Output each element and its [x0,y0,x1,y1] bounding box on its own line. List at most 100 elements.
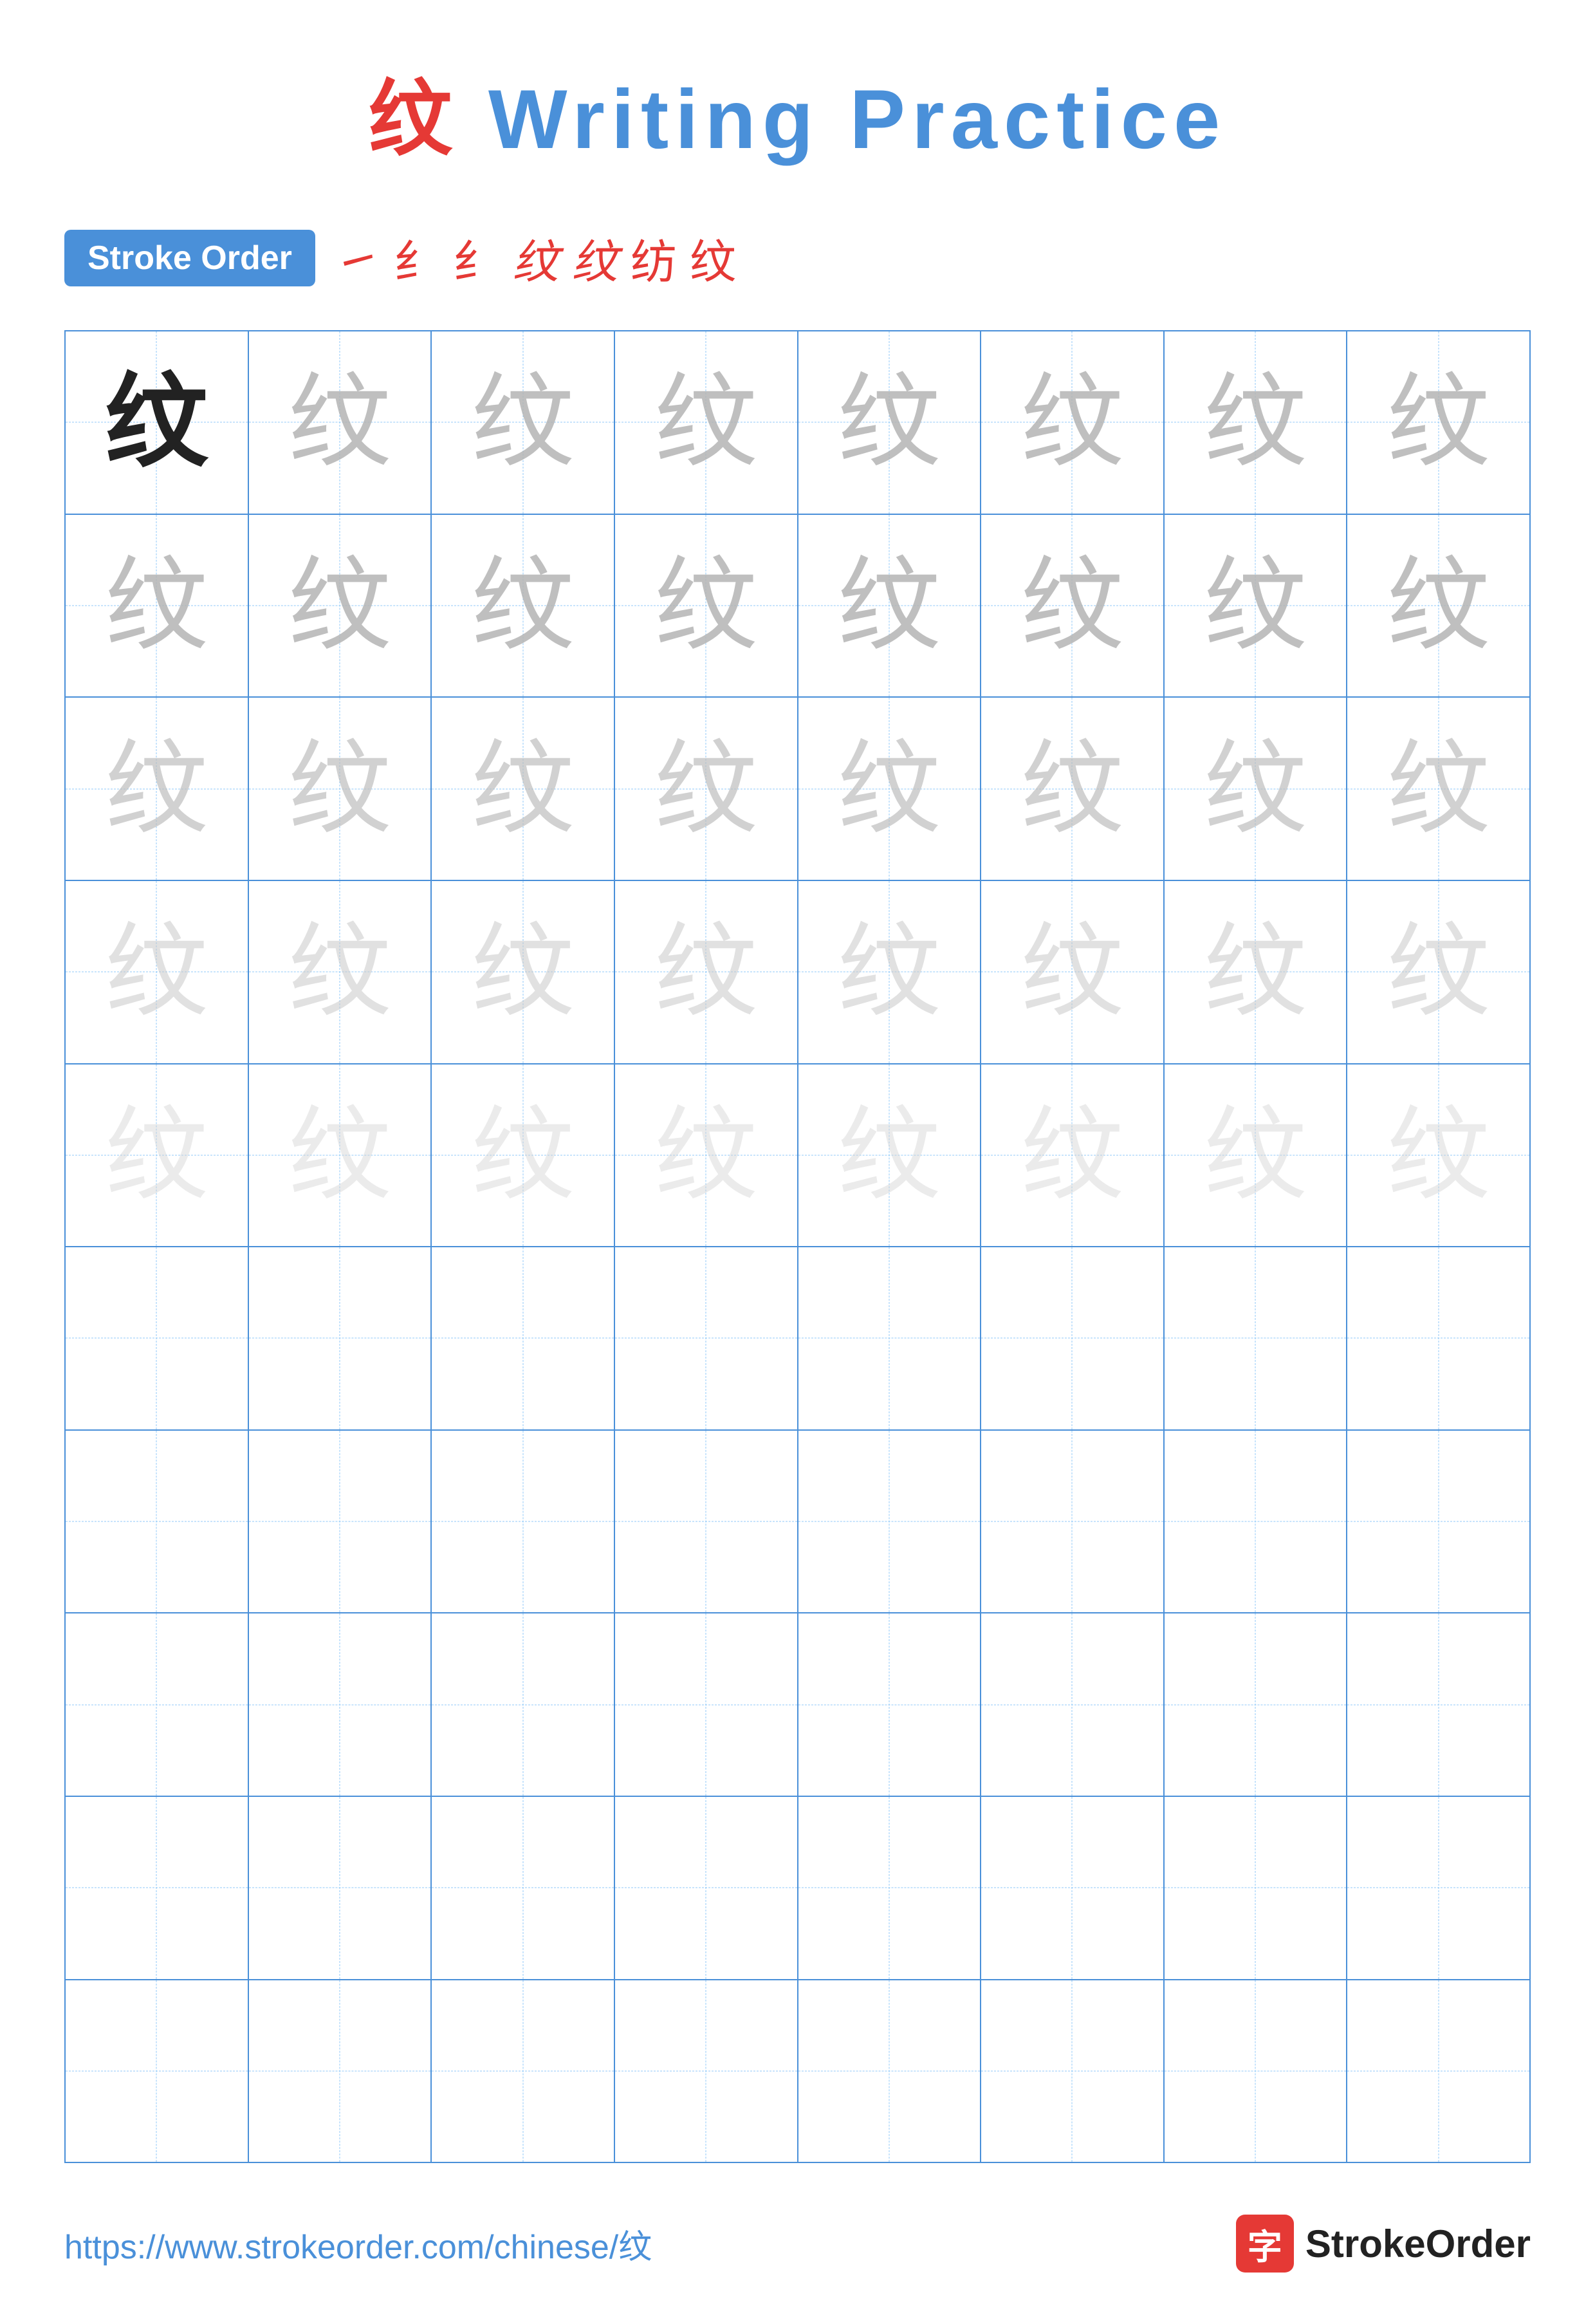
grid-cell-empty[interactable] [66,1431,249,1614]
grid-cell: 纹 [1347,331,1531,515]
grid-cell: 纹 [432,881,615,1064]
grid-cell: 纹 [981,698,1165,881]
grid-cell-empty[interactable] [798,1247,982,1431]
footer-url[interactable]: https://www.strokeorder.com/chinese/纹 [64,2220,652,2268]
grid-cell-empty[interactable] [432,1613,615,1797]
grid-cell-empty[interactable] [615,1431,798,1614]
grid-cell-empty[interactable] [432,1797,615,1980]
grid-cell-empty[interactable] [249,1797,432,1980]
grid-cell-empty[interactable] [66,1797,249,1980]
stroke-2: 纟 [394,224,440,292]
character-dark: 纹 [105,371,208,474]
stroke-sequence: ㇀ 纟 纟 纹 纹 纺 纹 [335,224,736,292]
grid-cell: 纹 [981,515,1165,698]
grid-cell: 纹 [981,881,1165,1064]
grid-cell-empty[interactable] [432,1980,615,2164]
grid-cell: 纹 [249,1064,432,1248]
grid-cell-empty[interactable] [615,1247,798,1431]
grid-cell-empty[interactable] [1347,1431,1531,1614]
grid-cell-empty[interactable] [1165,1431,1348,1614]
logo-text: StrokeOrder [1305,2222,1531,2266]
grid-row-10 [66,1980,1531,2164]
character-guide: 纹 [105,1104,208,1207]
character-guide: 纹 [838,1104,941,1207]
grid-cell: 纹 [615,881,798,1064]
grid-cell: 纹 [798,515,982,698]
grid-cell-empty[interactable] [615,1980,798,2164]
character-guide: 纹 [288,738,391,841]
grid-cell-empty[interactable] [615,1797,798,1980]
grid-cell-empty[interactable] [249,1613,432,1797]
grid-cell: 纹 [1165,515,1348,698]
grid-cell-empty[interactable] [1165,1247,1348,1431]
character-guide: 纹 [654,554,757,657]
grid-cell-empty[interactable] [1347,1247,1531,1431]
character-guide: 纹 [472,738,575,841]
grid-cell-empty[interactable] [249,1247,432,1431]
grid-cell: 纹 [432,698,615,881]
grid-cell: 纹 [1347,515,1531,698]
character-guide: 纹 [1204,371,1307,474]
grid-cell: 纹 [615,1064,798,1248]
grid-cell-empty[interactable] [981,1980,1165,2164]
grid-cell-empty[interactable] [1165,1980,1348,2164]
grid-row-8 [66,1613,1531,1797]
character-guide: 纹 [1020,920,1123,1023]
grid-cell-empty[interactable] [981,1431,1165,1614]
character-guide: 纹 [105,554,208,657]
grid-cell-empty[interactable] [66,1247,249,1431]
character-guide: 纹 [288,371,391,474]
grid-cell-empty[interactable] [1347,1797,1531,1980]
grid-cell: 纹 [249,331,432,515]
grid-cell: 纹 [1165,331,1348,515]
grid-cell: 纹 [249,698,432,881]
grid-cell-empty[interactable] [66,1613,249,1797]
character-guide: 纹 [654,371,757,474]
grid-cell-empty[interactable] [249,1980,432,2164]
grid-cell-empty[interactable] [1165,1797,1348,1980]
character-guide: 纹 [838,371,941,474]
grid-row-4: 纹 纹 纹 纹 纹 纹 纹 纹 [66,881,1531,1064]
grid-cell: 纹 [249,881,432,1064]
grid-cell-empty[interactable] [798,1613,982,1797]
character-guide: 纹 [1020,1104,1123,1207]
grid-cell-empty[interactable] [798,1431,982,1614]
grid-cell-empty[interactable] [249,1431,432,1614]
grid-row-7 [66,1431,1531,1614]
character-guide: 纹 [1020,738,1123,841]
grid-cell-empty[interactable] [1347,1980,1531,2164]
grid-cell-empty[interactable] [432,1247,615,1431]
grid-cell: 纹 [1347,1064,1531,1248]
grid-cell-empty[interactable] [1347,1613,1531,1797]
stroke-1: ㇀ [335,224,381,292]
grid-cell: 纹 [1347,698,1531,881]
title-character: 纹 [369,72,459,166]
grid-cell-empty[interactable] [981,1613,1165,1797]
character-guide: 纹 [472,1104,575,1207]
grid-cell: 纹 [432,1064,615,1248]
grid-cell-empty[interactable] [615,1613,798,1797]
grid-cell: 纹 [798,331,982,515]
stroke-7: 纹 [690,224,736,292]
stroke-4: 纹 [512,224,558,292]
character-guide: 纹 [1204,554,1307,657]
grid-cell: 纹 [981,331,1165,515]
grid-cell-empty[interactable] [432,1431,615,1614]
footer-logo: 字 StrokeOrder [1236,2215,1531,2273]
grid-cell: 纹 [66,1064,249,1248]
grid-row-5: 纹 纹 纹 纹 纹 纹 纹 纹 [66,1064,1531,1248]
grid-cell-empty[interactable] [1165,1613,1348,1797]
stroke-6: 纺 [631,224,677,292]
grid-cell: 纹 [1347,881,1531,1064]
character-guide: 纹 [1387,738,1490,841]
grid-cell-empty[interactable] [66,1980,249,2164]
grid-cell: 纹 [798,1064,982,1248]
grid-cell-empty[interactable] [981,1797,1165,1980]
character-guide: 纹 [1204,1104,1307,1207]
grid-cell-empty[interactable] [981,1247,1165,1431]
grid-cell: 纹 [798,881,982,1064]
grid-cell-empty[interactable] [798,1980,982,2164]
grid-cell-empty[interactable] [798,1797,982,1980]
grid-cell: 纹 [615,515,798,698]
stroke-5: 纹 [571,224,618,292]
